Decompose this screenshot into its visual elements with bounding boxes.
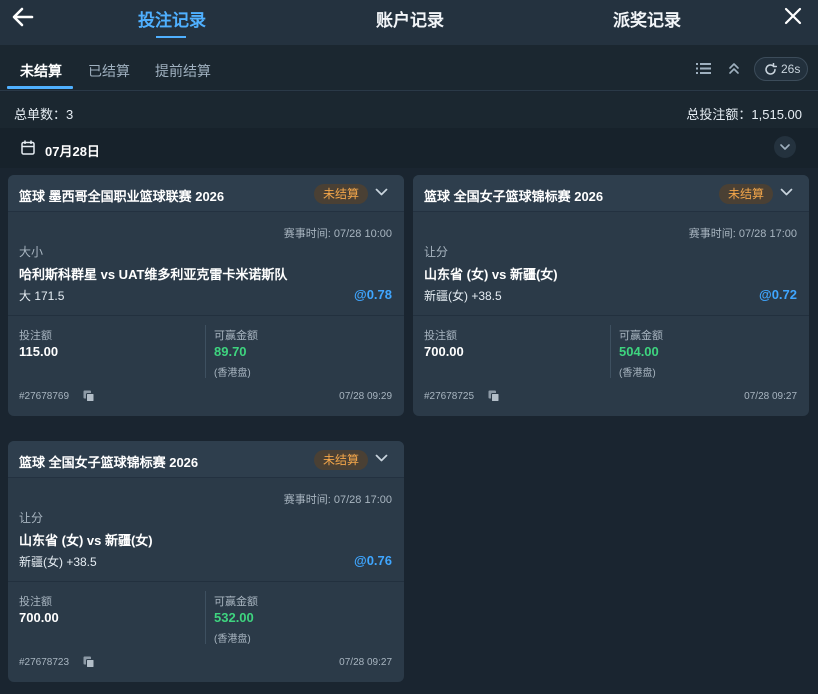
arrow-left-icon[interactable]	[10, 6, 36, 28]
bet-odds: @0.76	[354, 553, 392, 568]
bet-selection: 新疆(女) +38.5	[19, 555, 97, 569]
bet-id: #27678725	[424, 391, 475, 402]
bet-card-header: 篮球 全国女子篮球锦标赛 2026 未结算	[413, 175, 809, 212]
divider	[8, 315, 404, 316]
bet-placed-time: 07/28 09:29	[339, 391, 392, 402]
bet-odds: @0.78	[354, 287, 392, 302]
summary-row: 总单数：3 总投注额：1,515.00	[0, 92, 818, 128]
active-tab-indicator	[156, 36, 186, 38]
match-time: 赛事时间: 07/28 10:00	[283, 228, 392, 240]
chevron-down-icon	[780, 144, 790, 150]
tab-payout-records[interactable]: 派奖记录	[613, 6, 681, 31]
chevron-down-icon[interactable]	[375, 188, 388, 197]
bet-id: #27678769	[19, 391, 70, 402]
calendar-icon	[21, 140, 35, 155]
potential-win-label: 可赢金额	[214, 596, 258, 608]
bet-card-header: 篮球 全国女子篮球锦标赛 2026 未结算	[8, 441, 404, 478]
stake-amount: 115.00	[19, 344, 59, 359]
collapse-all-icon[interactable]	[728, 62, 740, 75]
status-badge: 未结算	[314, 184, 369, 204]
divider	[413, 315, 809, 316]
bet-odds: @0.72	[759, 287, 797, 302]
match-teams: 哈利斯科群星 vs UAT维多利亚克雷卡米诺斯队	[19, 267, 288, 282]
status-badge: 未结算	[314, 450, 369, 470]
bet-selection: 大 171.5	[19, 289, 65, 303]
bet-placed-time: 07/28 09:27	[744, 391, 797, 402]
status-badge: 未结算	[719, 184, 774, 204]
copy-icon[interactable]	[488, 390, 500, 402]
refresh-button[interactable]: 26s	[754, 57, 808, 81]
date-group-toggle[interactable]	[774, 136, 796, 158]
match-time: 赛事时间: 07/28 17:00	[283, 494, 392, 506]
divider	[8, 581, 404, 582]
potential-win-label: 可赢金额	[619, 330, 663, 342]
copy-icon[interactable]	[83, 390, 95, 402]
subtab-early-settlement[interactable]: 提前结算	[155, 61, 211, 81]
bet-card[interactable]: 篮球 全国女子篮球锦标赛 2026 未结算 赛事时间: 07/28 17:00 …	[8, 441, 404, 682]
total-stake-amount: 总投注额：1,515.00	[686, 107, 802, 122]
odds-format-note: (香港盘)	[214, 368, 251, 379]
market-type: 让分	[424, 245, 449, 259]
stake-amount: 700.00	[19, 610, 59, 625]
potential-win-amount: 89.70	[214, 344, 247, 359]
stake-label: 投注额	[19, 596, 52, 608]
date-label: 07月28日	[45, 144, 100, 159]
divider	[205, 325, 206, 378]
odds-format-note: (香港盘)	[214, 634, 251, 645]
bet-selection: 新疆(女) +38.5	[424, 289, 502, 303]
refresh-icon	[765, 63, 777, 75]
subtab-indicator	[7, 86, 73, 89]
subtab-settled[interactable]: 已结算	[88, 61, 130, 81]
league-title: 篮球 全国女子篮球锦标赛 2026	[19, 455, 199, 470]
potential-win-amount: 504.00	[619, 344, 659, 359]
list-view-icon[interactable]	[696, 62, 711, 75]
settlement-tabs-bar: 未结算 已结算 提前结算 26s	[0, 45, 818, 91]
chevron-down-icon[interactable]	[375, 454, 388, 463]
bet-card-header: 篮球 墨西哥全国职业篮球联赛 2026 未结算	[8, 175, 404, 212]
divider	[205, 591, 206, 644]
market-type: 大小	[19, 245, 44, 259]
divider	[610, 325, 611, 378]
tab-bet-records[interactable]: 投注记录	[138, 6, 206, 31]
potential-win-label: 可赢金额	[214, 330, 258, 342]
league-title: 篮球 墨西哥全国职业篮球联赛 2026	[19, 189, 225, 204]
stake-amount: 700.00	[424, 344, 464, 359]
league-title: 篮球 全国女子篮球锦标赛 2026	[424, 189, 604, 204]
bet-placed-time: 07/28 09:27	[339, 657, 392, 668]
bet-card[interactable]: 篮球 墨西哥全国职业篮球联赛 2026 未结算 赛事时间: 07/28 10:0…	[8, 175, 404, 416]
subtab-unsettled[interactable]: 未结算	[20, 61, 62, 81]
total-bet-count: 总单数：3	[14, 107, 74, 122]
match-teams: 山东省 (女) vs 新疆(女)	[19, 533, 153, 548]
refresh-countdown: 26s	[781, 62, 801, 76]
bet-id: #27678723	[19, 657, 70, 668]
copy-icon[interactable]	[83, 656, 95, 668]
stake-label: 投注额	[424, 330, 457, 342]
top-navigation-bar: 投注记录 账户记录 派奖记录	[0, 0, 818, 45]
match-teams: 山东省 (女) vs 新疆(女)	[424, 267, 558, 282]
odds-format-note: (香港盘)	[619, 368, 656, 379]
match-time: 赛事时间: 07/28 17:00	[688, 228, 797, 240]
tab-account-records[interactable]: 账户记录	[376, 6, 444, 31]
close-icon[interactable]	[784, 7, 802, 25]
market-type: 让分	[19, 511, 44, 525]
chevron-down-icon[interactable]	[780, 188, 793, 197]
stake-label: 投注额	[19, 330, 52, 342]
bet-card[interactable]: 篮球 全国女子篮球锦标赛 2026 未结算 赛事时间: 07/28 17:00 …	[413, 175, 809, 416]
potential-win-amount: 532.00	[214, 610, 254, 625]
date-group-header[interactable]: 07月28日	[0, 128, 818, 168]
